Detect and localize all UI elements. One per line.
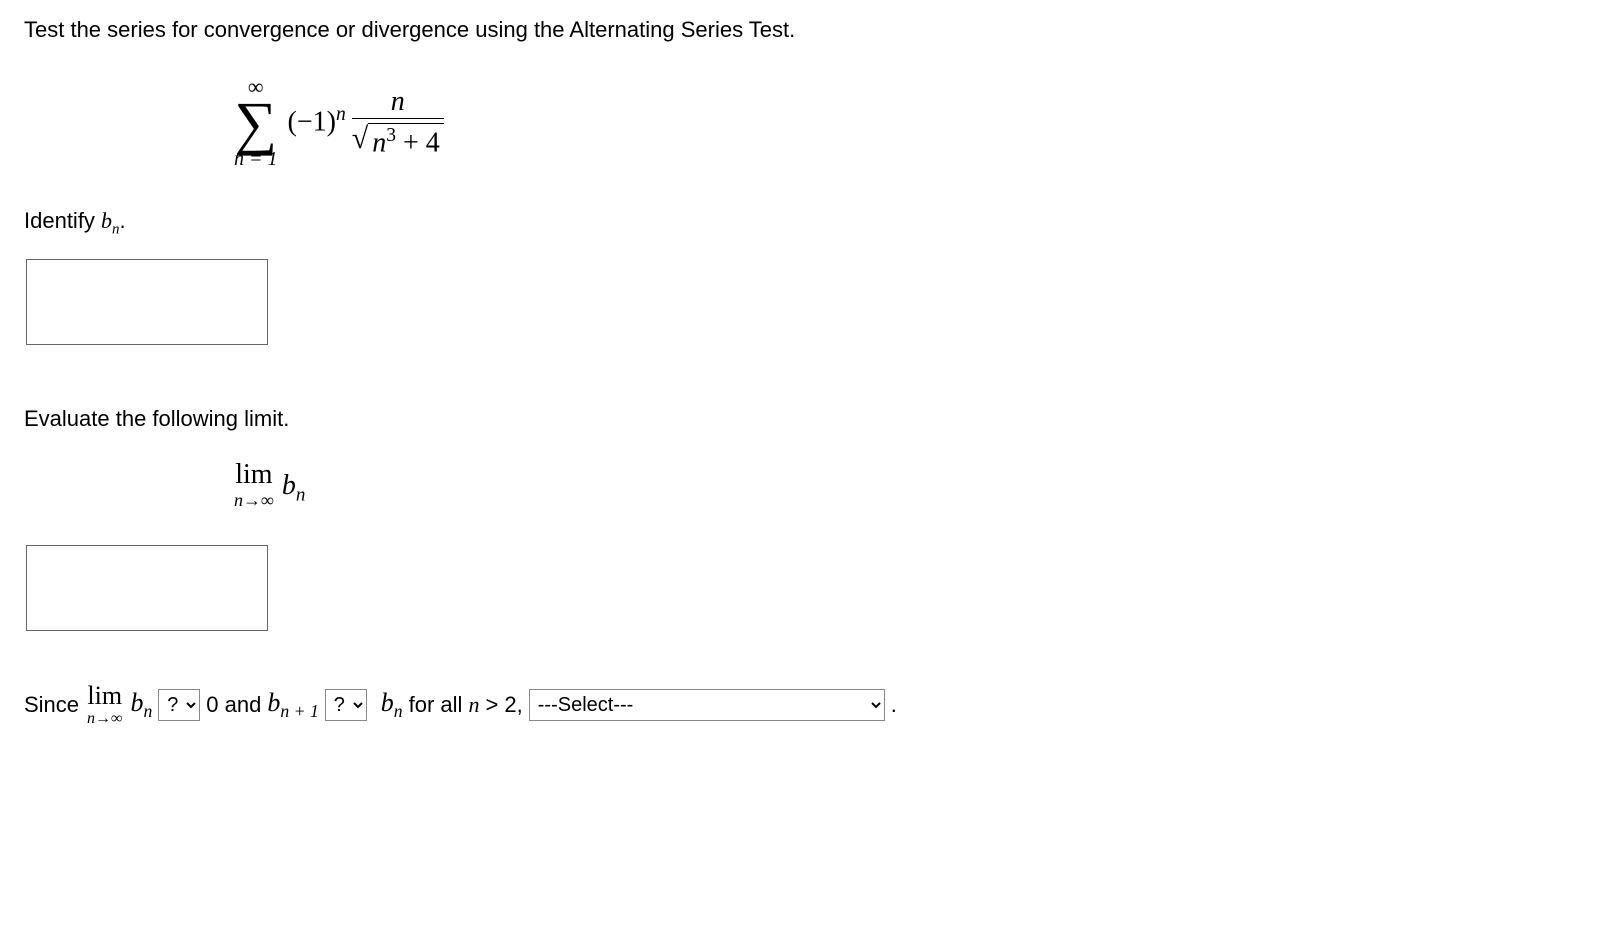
series-expression: ∞ ∑ n = 1 (−1)n n √ n3 + 4: [234, 76, 1581, 169]
identify-label: Identify bn.: [24, 205, 1581, 241]
limit-expression: lim n→∞ bn: [234, 461, 1581, 509]
gt-2-text: > 2,: [485, 689, 522, 721]
fraction-numerator: n: [383, 87, 413, 118]
question-prompt: Test the series for convergence or diver…: [24, 14, 1581, 46]
n-var: n: [468, 689, 479, 721]
bn-var-1: bn: [130, 684, 152, 725]
bn-var-2: bn: [381, 684, 403, 725]
square-root: √ n3 + 4: [352, 123, 444, 158]
compare-bn-dropdown[interactable]: ?: [325, 689, 367, 721]
sigma-notation: ∞ ∑ n = 1: [234, 76, 278, 169]
fraction-denominator: √ n3 + 4: [352, 119, 444, 158]
for-all-text: for all: [409, 689, 463, 721]
limit-value-input[interactable]: [26, 545, 268, 631]
zero-and-text: 0 and: [206, 689, 261, 721]
conclusion-dropdown[interactable]: ---Select---: [529, 689, 885, 721]
identify-bn-input[interactable]: [26, 259, 268, 345]
limit-subscript: n→∞: [234, 491, 274, 509]
inline-limit: lim n→∞: [87, 683, 122, 727]
fraction: n √ n3 + 4: [352, 87, 444, 158]
sigma-symbol: ∑: [234, 98, 277, 149]
neg-one-power: (−1)n: [288, 101, 346, 143]
period-text: .: [891, 689, 897, 721]
bn-plus-1-var: bn + 1: [267, 684, 318, 725]
compare-zero-dropdown[interactable]: ?: [158, 689, 200, 721]
limit-text: lim: [235, 461, 272, 489]
sigma-lower-bound: n = 1: [234, 149, 278, 169]
since-text: Since: [24, 689, 79, 721]
conclusion-line: Since lim n→∞ bn ? 0 and bn + 1 ? bn for…: [24, 683, 1581, 727]
evaluate-label: Evaluate the following limit.: [24, 403, 1581, 435]
